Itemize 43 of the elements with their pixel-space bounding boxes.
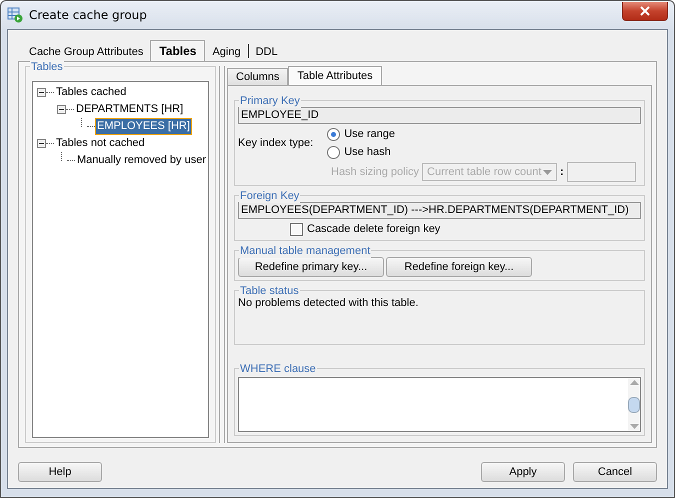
where-clause-field[interactable] bbox=[238, 377, 641, 432]
option-label: Use hash bbox=[344, 146, 391, 158]
close-button[interactable] bbox=[622, 2, 668, 20]
hash-sizing-label: Hash sizing policy bbox=[331, 166, 420, 178]
option-label: Use range bbox=[344, 128, 395, 140]
window-title: Create cache group bbox=[29, 8, 148, 22]
status-message: No problems detected with this table. bbox=[238, 297, 420, 309]
caret-icon bbox=[543, 170, 552, 174]
collapse-icon[interactable] bbox=[37, 139, 46, 148]
separator-colon: : bbox=[560, 166, 564, 178]
group-title: Foreign Key bbox=[239, 189, 300, 203]
tab[interactable]: Tables bbox=[150, 40, 206, 61]
tab[interactable]: Table Attributes bbox=[288, 66, 382, 85]
primary-key-field: EMPLOYEE_ID bbox=[238, 107, 641, 124]
group-title: Manual table management bbox=[239, 244, 372, 258]
radio-button[interactable] bbox=[327, 128, 340, 140]
app-icon bbox=[7, 7, 23, 23]
dialog-button[interactable]: Help bbox=[18, 462, 102, 482]
checkbox-label: Cascade delete foreign key bbox=[307, 223, 440, 235]
tree-item[interactable]: Tables cached bbox=[54, 84, 128, 101]
collapse-icon[interactable] bbox=[37, 88, 46, 97]
hash-value-field[interactable] bbox=[566, 162, 636, 182]
tab[interactable]: Cache Group Attributes bbox=[22, 42, 150, 61]
redefine-button[interactable]: Redefine foreign key... bbox=[386, 257, 532, 277]
group-title: Primary Key bbox=[239, 94, 301, 108]
scrollbar[interactable] bbox=[628, 378, 640, 431]
scroll-thumb[interactable] bbox=[628, 396, 640, 412]
dialog-button[interactable]: Cancel bbox=[573, 462, 657, 482]
tab[interactable]: DDL bbox=[248, 42, 285, 61]
tree-item[interactable]: Manually removed by user bbox=[75, 152, 208, 169]
tree-item[interactable]: DEPARTMENTS [HR] bbox=[74, 101, 186, 118]
checkbox[interactable] bbox=[290, 222, 303, 236]
tab[interactable]: Columns bbox=[227, 68, 288, 85]
foreign-key-field: EMPLOYEES(DEPARTMENT_ID) --->HR.DEPARTMENTS(DEPARTMENT_ID) bbox=[238, 202, 641, 219]
tree-item[interactable]: EMPLOYEES [HR] bbox=[95, 118, 192, 135]
radio-button[interactable] bbox=[327, 146, 340, 158]
tab[interactable]: Aging bbox=[205, 42, 248, 61]
collapse-icon[interactable] bbox=[57, 105, 66, 114]
close-icon bbox=[640, 6, 650, 16]
key-index-label: Key index type: bbox=[238, 137, 314, 149]
tree-item[interactable]: Tables not cached bbox=[54, 135, 147, 152]
redefine-button[interactable]: Redefine primary key... bbox=[238, 257, 384, 277]
dialog-button[interactable]: Apply bbox=[481, 462, 565, 482]
